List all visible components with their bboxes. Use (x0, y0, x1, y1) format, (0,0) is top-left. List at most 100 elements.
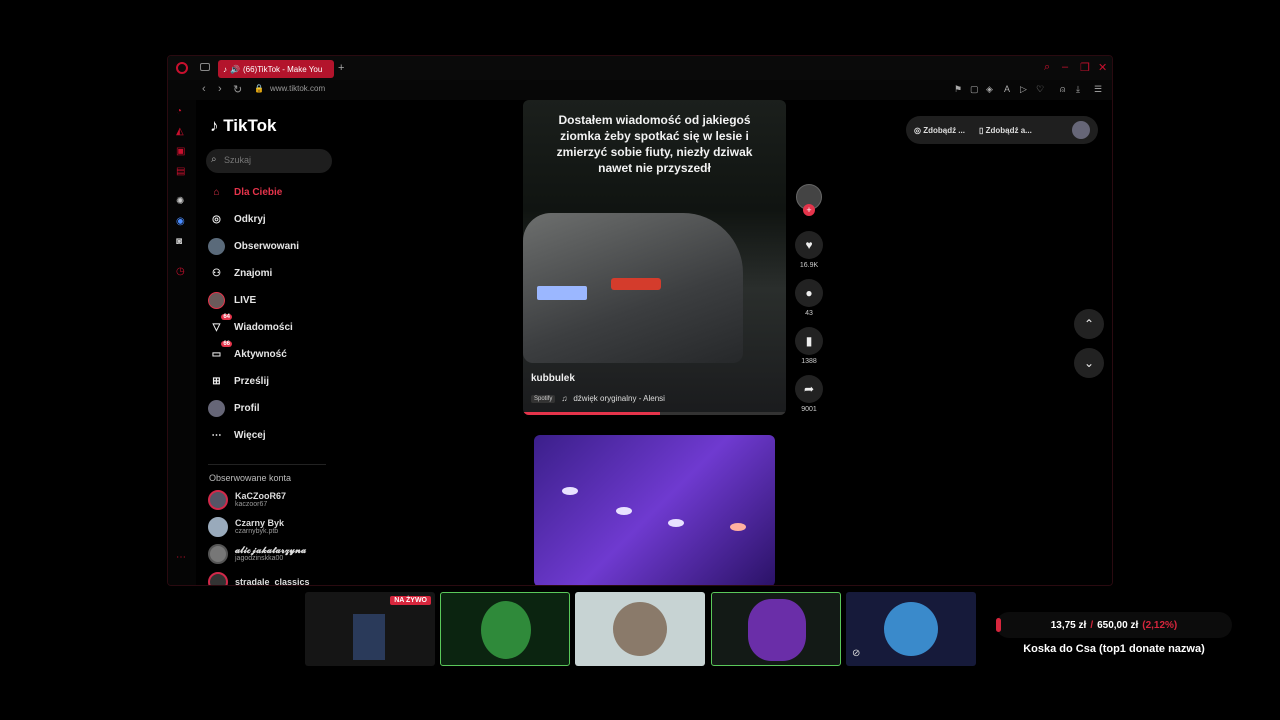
friends-icon: ⚇ (212, 268, 221, 279)
user-avatar[interactable] (1072, 121, 1090, 139)
account-handle: czarnybyk.ptb (235, 528, 279, 535)
player-side-icon[interactable]: ▣ (176, 146, 185, 157)
workspaces-icon[interactable] (200, 63, 210, 71)
nav-obserwowani[interactable]: Obserwowani (208, 238, 299, 255)
opera-logo-icon[interactable] (176, 62, 188, 74)
share-icon[interactable]: ➦ (795, 375, 823, 403)
account-item[interactable]: stradale_classics (208, 572, 310, 585)
account-icon[interactable]: ⍝ (1060, 84, 1065, 95)
donation-separator: / (1090, 619, 1094, 631)
music-title: dźwięk oryginalny - Alensi (573, 394, 665, 403)
bookmark-save-icon[interactable]: ▮ (795, 327, 823, 355)
ceiling-light (616, 507, 632, 515)
comment-icon[interactable]: ● (795, 279, 823, 307)
tiktok-tab-icon: ♪ (223, 64, 227, 74)
tiktok-page: ♪ TikTok ⌕ Szukaj ⌂ Dla Ciebie ◎ Odkryj … (196, 100, 1112, 585)
search-input[interactable]: ⌕ Szukaj (206, 149, 332, 173)
like-heart-icon[interactable]: ♥ (795, 231, 823, 259)
license-plate (537, 286, 587, 300)
nav-dla-ciebie[interactable]: ⌂ Dla Ciebie (208, 184, 282, 201)
nav-aktywnosc[interactable]: ▭ 66 Aktywność (208, 341, 287, 363)
donation-percent: (2,12%) (1142, 619, 1178, 631)
hooded-figure (481, 601, 531, 659)
avatar (208, 572, 228, 585)
video-author[interactable]: kubbulek (531, 373, 575, 384)
forward-button[interactable]: › (218, 83, 222, 95)
account-name: Czarny Byk (235, 518, 285, 528)
history-icon[interactable]: ◷ (176, 266, 185, 277)
share-action[interactable]: ➦ 9001 (794, 375, 824, 413)
like-count: 16.9K (799, 262, 819, 269)
nav-profil[interactable]: Profil (208, 400, 260, 417)
scroll-down-button[interactable]: ⌄ (1074, 348, 1104, 378)
speaker-icon[interactable]: 🔊 (230, 65, 240, 74)
url-field[interactable]: www.tiktok.com (270, 84, 325, 93)
snapshot-icon[interactable]: ▢ (970, 84, 979, 95)
close-button[interactable]: ✕ (1098, 61, 1107, 74)
tiktok-side-icon[interactable]: ▤ (176, 166, 185, 177)
comment-action[interactable]: ● 43 (794, 279, 824, 317)
tab-title: (66)TikTok - Make You (242, 64, 323, 74)
maximize-button[interactable]: ❐ (1080, 61, 1090, 74)
video-progress[interactable] (523, 412, 786, 415)
nav-wiecej[interactable]: ⋯ Więcej (208, 427, 266, 444)
heart-icon[interactable]: ♡ (1036, 84, 1044, 95)
get-app-button[interactable]: ▯ Zdobądź a... (979, 126, 1032, 135)
nav-live[interactable]: LIVE (208, 292, 256, 309)
discord-icon[interactable]: ◙ (176, 236, 182, 247)
nav-label: Obserwowani (234, 241, 300, 252)
bookmark-icon[interactable]: ⚑ (954, 84, 962, 95)
account-item[interactable]: 𝓪𝓵𝓲𝓬𝓳𝓪𝓴𝓪𝓽𝓪𝓻𝔃𝔂𝓷𝓪 jagodzinskka00 (208, 544, 306, 564)
crypto-icon[interactable]: ◭ (176, 126, 184, 137)
donation-current: 13,75 zł (1050, 619, 1087, 631)
menu-icon[interactable]: ☰ (1094, 84, 1102, 95)
save-action[interactable]: ▮ 1388 (794, 327, 824, 365)
aria-icon[interactable]: ◔ (176, 106, 182, 117)
nav-przeslij[interactable]: ⊞ Prześlij (208, 373, 269, 390)
video-music[interactable]: Spotify ♫ dźwięk oryginalny - Alensi (531, 394, 665, 403)
minimize-button[interactable]: – (1062, 61, 1068, 73)
thumb-avatar-face (575, 592, 705, 666)
reload-button[interactable]: ↻ (233, 83, 242, 96)
thumb-live-preview: NA ŻYWO (305, 592, 435, 666)
account-handle: kaczoor67 (235, 501, 268, 508)
nav-label: Wiadomości (234, 322, 293, 333)
lock-icon: 🔒 (254, 84, 264, 93)
download-icon[interactable]: ⤓ (1076, 84, 1080, 95)
ceiling-light (730, 523, 746, 531)
nav-wiadomosci[interactable]: ▽ 64 Wiadomości (208, 314, 293, 336)
donation-bar (996, 618, 1001, 632)
search-tabs-icon[interactable]: ⌕ (1044, 61, 1050, 74)
comment-count: 43 (805, 310, 813, 317)
get-coins-button[interactable]: ◎ Zdobądź ... (914, 126, 965, 135)
nav-label: Aktywność (234, 349, 287, 360)
nav-label: LIVE (234, 295, 257, 306)
vpn-icon[interactable]: ◈ (986, 84, 993, 95)
account-item[interactable]: KaCZooR67 kaczoor67 (208, 490, 286, 510)
activity-badge: 66 (221, 341, 232, 347)
tab-tiktok[interactable]: ♪ 🔊 (66)TikTok - Make You (218, 60, 334, 78)
live-tag: NA ŻYWO (390, 596, 431, 605)
video-caption: Dostałem wiadomość od jakiegoś ziomka że… (556, 113, 753, 175)
next-video[interactable] (534, 435, 775, 585)
nav-label: Więcej (234, 430, 266, 441)
video-progress-fill (523, 412, 660, 415)
ceiling-light (562, 487, 578, 495)
nav-znajomi[interactable]: ⚇ Znajomi (208, 265, 272, 282)
scroll-up-button[interactable]: ⌃ (1074, 309, 1104, 339)
follow-plus-icon[interactable]: + (803, 204, 815, 216)
nav-odkryj[interactable]: ◎ Odkryj (208, 211, 266, 228)
back-button[interactable]: ‹ (202, 83, 206, 95)
account-item[interactable]: Czarny Byk czarnybyk.ptb (208, 517, 284, 537)
chatgpt-icon[interactable]: ✺ (176, 196, 184, 207)
like-action[interactable]: ♥ 16.9K (794, 231, 824, 269)
tiktok-logo[interactable]: ♪ TikTok (210, 116, 276, 136)
messenger-icon[interactable]: ◉ (176, 216, 185, 227)
sidebar-settings-icon[interactable]: ⋯ (176, 552, 186, 563)
translate-icon[interactable]: A (1004, 84, 1010, 94)
player-icon[interactable]: ▷ (1020, 84, 1027, 95)
spotify-badge[interactable]: Spotify (531, 394, 556, 403)
new-tab-button[interactable]: + (338, 62, 344, 74)
video-player[interactable]: Dostałem wiadomość od jakiegoś ziomka że… (523, 100, 786, 415)
account-handle: jagodzinskka00 (235, 555, 284, 562)
